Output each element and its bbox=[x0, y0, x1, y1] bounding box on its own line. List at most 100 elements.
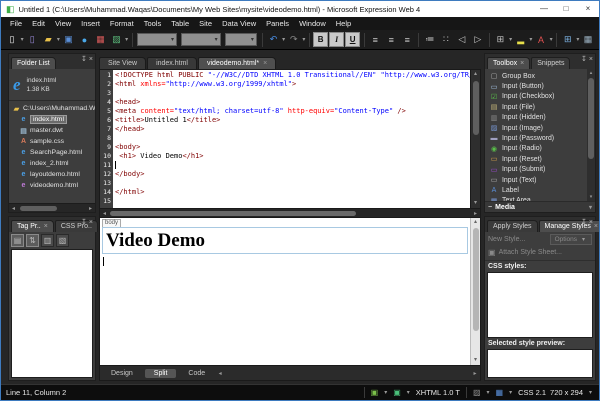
css-styles-list[interactable] bbox=[487, 272, 593, 338]
close-panel-icon[interactable]: × bbox=[589, 56, 593, 64]
redo-button[interactable]: ↷ bbox=[286, 32, 301, 47]
folder-tree-root[interactable]: ▰ C:\Users\Muhammad.Waqas\Do bbox=[9, 103, 95, 114]
highlight-dropdown-icon[interactable]: ▾ bbox=[529, 36, 533, 43]
menu-help[interactable]: Help bbox=[331, 17, 356, 30]
tab-toolbox[interactable]: Toolbox× bbox=[487, 57, 530, 69]
align-center-button[interactable]: ≡ bbox=[384, 32, 399, 47]
toolbox-item-input-reset-[interactable]: ▭Input (Reset) bbox=[489, 154, 587, 164]
style-application-icon[interactable]: ▦ bbox=[496, 388, 504, 397]
close-tab-icon[interactable]: × bbox=[263, 60, 267, 67]
open-button[interactable]: ▰ bbox=[41, 32, 56, 47]
toolbox-item-input-image-[interactable]: ▨Input (Image) bbox=[489, 123, 587, 133]
menu-window[interactable]: Window bbox=[294, 17, 331, 30]
insert-table-dropdown-icon[interactable]: ▾ bbox=[576, 36, 580, 43]
scroll-down-icon[interactable]: ▾ bbox=[474, 199, 477, 208]
code-validity-icon[interactable]: ▣ bbox=[393, 388, 401, 397]
save-button[interactable]: ▣ bbox=[61, 32, 76, 47]
scroll-up-icon[interactable]: ▴ bbox=[474, 70, 477, 79]
tree-item-index-html[interactable]: eindex.html bbox=[9, 114, 95, 125]
scroll-right-icon[interactable]: ▸ bbox=[470, 370, 480, 377]
style-application-dropdown-icon[interactable]: ▾ bbox=[507, 389, 514, 396]
doc-tab-index-html[interactable]: index.html bbox=[147, 57, 197, 69]
scroll-down-icon[interactable]: ▾ bbox=[590, 193, 593, 201]
new-site-button[interactable]: ▯ bbox=[25, 32, 40, 47]
html-compat-dropdown-icon[interactable]: ▾ bbox=[382, 389, 389, 396]
align-right-button[interactable]: ≡ bbox=[400, 32, 415, 47]
tab-folder-list[interactable]: Folder List bbox=[11, 57, 56, 69]
menu-file[interactable]: File bbox=[5, 17, 27, 30]
toolbox-item-input-text-[interactable]: ▭Input (Text) bbox=[489, 175, 587, 185]
view-tab-design[interactable]: Design bbox=[102, 369, 142, 378]
view-tab-split[interactable]: Split bbox=[145, 369, 177, 378]
menu-insert[interactable]: Insert bbox=[76, 17, 105, 30]
scroll-right-icon[interactable]: ▸ bbox=[86, 205, 95, 212]
tree-item-sample-css[interactable]: Asample.css bbox=[9, 136, 95, 147]
increase-indent-button[interactable]: ▷ bbox=[470, 32, 485, 47]
insert-picture-dropdown-icon[interactable]: ▾ bbox=[125, 36, 129, 43]
menu-view[interactable]: View bbox=[50, 17, 76, 30]
bullet-list-button[interactable]: ∷ bbox=[438, 32, 453, 47]
show-set-properties-button[interactable]: ▥ bbox=[41, 234, 54, 247]
italic-button[interactable]: I bbox=[329, 32, 344, 47]
tree-item-SearchPage-html[interactable]: eSearchPage.html bbox=[9, 147, 95, 158]
menu-data-view[interactable]: Data View bbox=[217, 17, 261, 30]
toolbox-item-input-button-[interactable]: ▭Input (Button) bbox=[489, 81, 587, 91]
scrollbar-thumb[interactable] bbox=[20, 206, 57, 211]
align-left-button[interactable]: ≡ bbox=[368, 32, 383, 47]
scroll-right-icon[interactable]: ▸ bbox=[471, 210, 480, 217]
show-attributes-button[interactable]: ▧ bbox=[56, 234, 69, 247]
design-surface[interactable]: body Video Demo bbox=[100, 218, 470, 365]
doc-tab-videodemo-html-[interactable]: videodemo.html*× bbox=[198, 57, 276, 69]
doctype-indicator[interactable]: XHTML 1.0 T bbox=[416, 388, 460, 397]
close-tab-icon[interactable]: × bbox=[44, 223, 48, 230]
visual-aids-dropdown-icon[interactable]: ▾ bbox=[485, 389, 492, 396]
highlight-button[interactable]: ▂ bbox=[513, 32, 528, 47]
redo-dropdown-icon[interactable]: ▾ bbox=[302, 36, 306, 43]
toolbox-vscrollbar[interactable]: ▴ ▾ bbox=[587, 69, 595, 201]
pin-icon[interactable]: ↧ bbox=[581, 56, 587, 64]
style-combobox[interactable]: ▾ bbox=[137, 33, 177, 46]
toolbox-item-label[interactable]: ALabel bbox=[489, 185, 587, 195]
sort-alphabetical-button[interactable]: ⇅ bbox=[26, 234, 39, 247]
new-style-link[interactable]: New Style... bbox=[488, 236, 525, 243]
tree-item-master-dwt[interactable]: ▤master.dwt bbox=[9, 125, 95, 136]
code-editor[interactable]: <!DOCTYPE html PUBLIC "-//W3C//DTD XHTML… bbox=[113, 70, 470, 208]
toolbox-item-input-hidden-[interactable]: ▥Input (Hidden) bbox=[489, 113, 587, 123]
toolbox-section-media[interactable]: − Media ▾ bbox=[485, 201, 595, 212]
borders-button[interactable]: ⊞ bbox=[493, 32, 508, 47]
undo-dropdown-icon[interactable]: ▾ bbox=[282, 36, 286, 43]
minimize-button[interactable]: — bbox=[533, 1, 555, 17]
tag-properties-list[interactable] bbox=[11, 249, 93, 378]
font-color-button[interactable]: A bbox=[533, 32, 548, 47]
code-hscrollbar[interactable]: ◂ ▸ bbox=[99, 209, 481, 218]
toolbox-item-input-password-[interactable]: ▬Input (Password) bbox=[489, 133, 587, 143]
visual-aids-icon[interactable]: ▨ bbox=[473, 388, 481, 397]
close-tab-icon[interactable]: × bbox=[594, 223, 598, 230]
css-schema-indicator[interactable]: CSS 2.1 bbox=[518, 388, 546, 397]
h1-element-outline[interactable]: Video Demo bbox=[102, 227, 468, 254]
undo-button[interactable]: ↶ bbox=[266, 32, 281, 47]
scrollbar-thumb[interactable] bbox=[110, 211, 356, 216]
menu-panels[interactable]: Panels bbox=[261, 17, 294, 30]
tab-tag-properties[interactable]: Tag Pr..× bbox=[11, 220, 54, 232]
font-color-dropdown-icon[interactable]: ▾ bbox=[549, 36, 553, 43]
publish-button[interactable]: ▦ bbox=[93, 32, 108, 47]
borders-dropdown-icon[interactable]: ▾ bbox=[508, 36, 512, 43]
close-button[interactable]: × bbox=[577, 1, 599, 17]
scroll-up-icon[interactable]: ▴ bbox=[590, 69, 593, 77]
decrease-indent-button[interactable]: ◁ bbox=[454, 32, 469, 47]
html-compatibility-icon[interactable]: ▣ bbox=[371, 388, 379, 397]
pin-icon[interactable]: ↧ bbox=[81, 219, 87, 227]
view-tab-code[interactable]: Code bbox=[179, 369, 214, 378]
design-vscrollbar[interactable]: ▴ ▾ bbox=[470, 218, 480, 365]
open-dropdown-icon[interactable]: ▾ bbox=[56, 36, 60, 43]
new-page-dropdown-icon[interactable]: ▾ bbox=[20, 36, 24, 43]
menu-tools[interactable]: Tools bbox=[139, 17, 167, 30]
underline-button[interactable]: U bbox=[345, 32, 360, 47]
font-combobox[interactable]: ▾ bbox=[181, 33, 221, 46]
insert-picture-button[interactable]: ▨ bbox=[109, 32, 124, 47]
scrollbar-thumb[interactable] bbox=[473, 228, 479, 331]
font-size-combobox[interactable]: ▾ bbox=[225, 33, 257, 46]
scroll-left-icon[interactable]: ◂ bbox=[100, 210, 109, 217]
menu-edit[interactable]: Edit bbox=[27, 17, 50, 30]
